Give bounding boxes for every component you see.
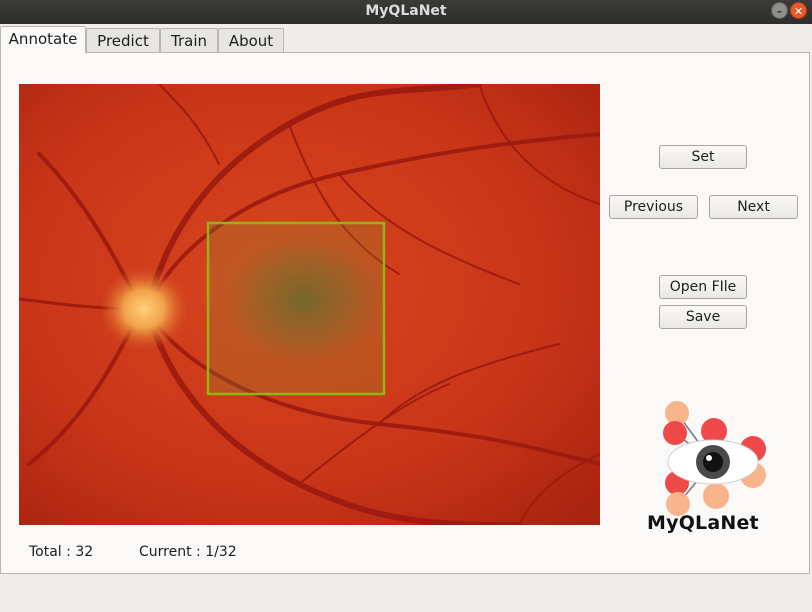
- window-title: MyQLaNet: [365, 3, 447, 19]
- tab-annotate[interactable]: Annotate: [0, 26, 86, 53]
- minimize-icon[interactable]: –: [771, 2, 788, 19]
- fundus-image[interactable]: [19, 84, 600, 525]
- set-button[interactable]: Set: [659, 145, 747, 169]
- next-button[interactable]: Next: [709, 195, 798, 219]
- tab-train[interactable]: Train: [160, 28, 218, 53]
- total-count: Total : 32: [29, 544, 94, 560]
- tab-about[interactable]: About: [218, 28, 284, 53]
- annotation-box[interactable]: [206, 221, 386, 396]
- close-icon[interactable]: ✕: [790, 2, 807, 19]
- logo-text: MyQLaNet: [647, 512, 759, 534]
- save-button[interactable]: Save: [659, 305, 747, 329]
- previous-button[interactable]: Previous: [609, 195, 698, 219]
- tab-predict[interactable]: Predict: [86, 28, 160, 53]
- title-bar: MyQLaNet – ✕: [0, 0, 812, 24]
- open-file-button[interactable]: Open FIle: [659, 275, 747, 299]
- current-index: Current : 1/32: [139, 544, 237, 560]
